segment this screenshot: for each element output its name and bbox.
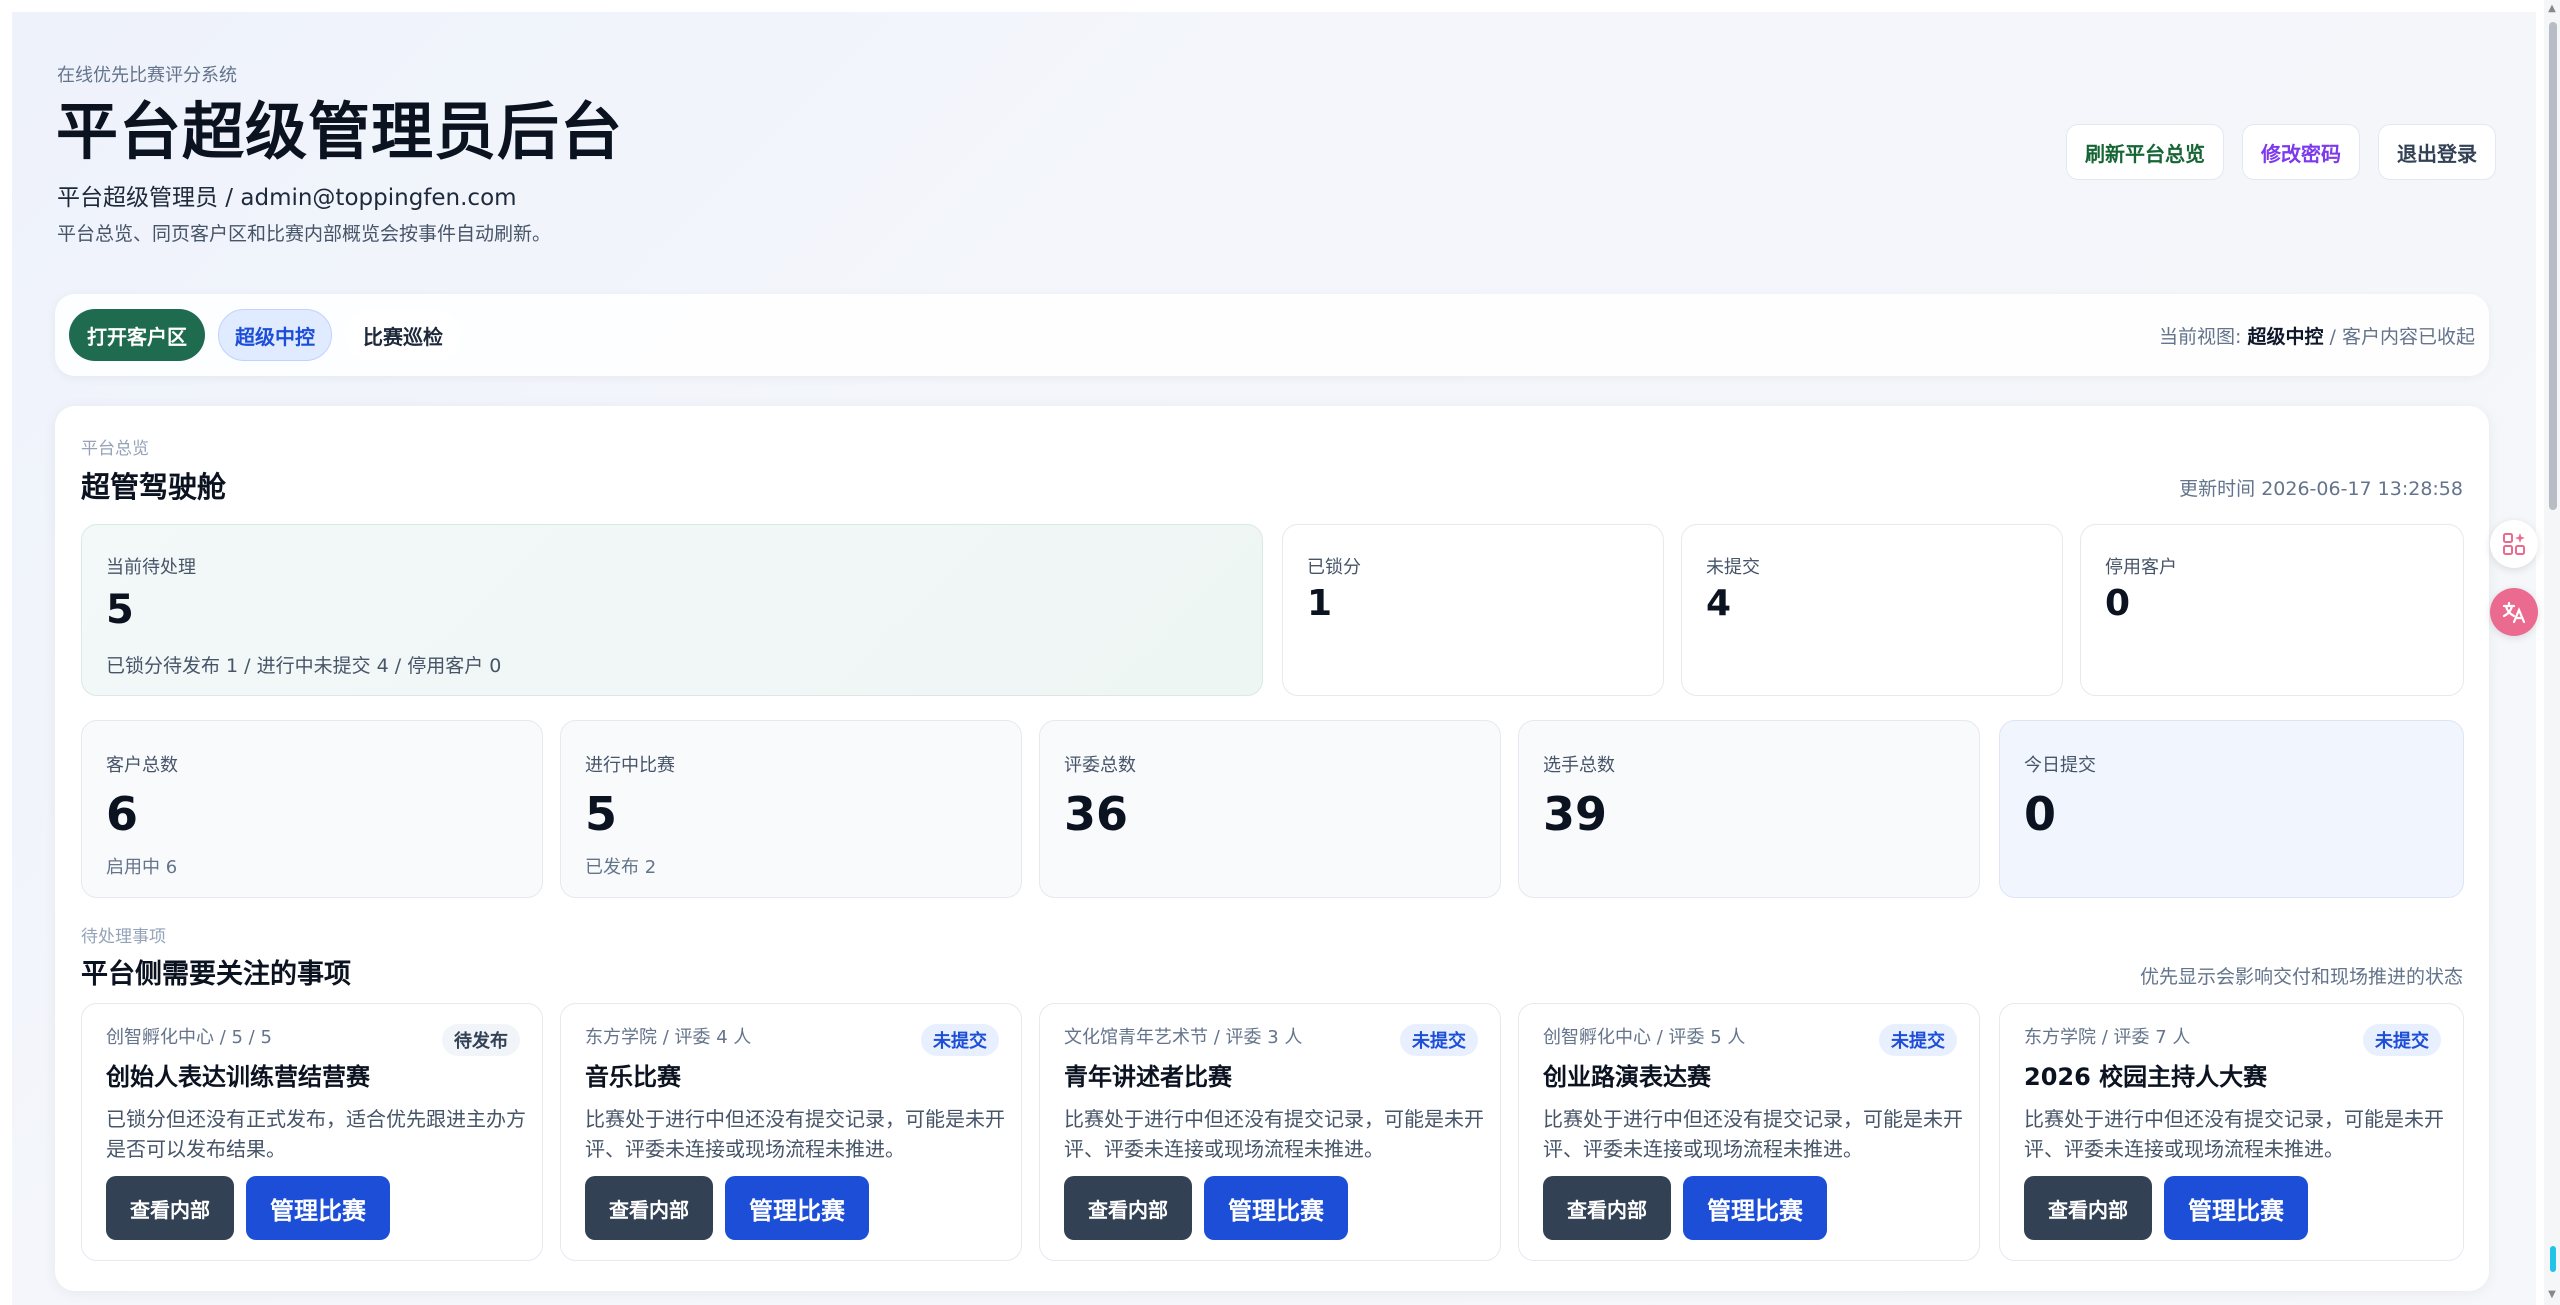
view-inside-button[interactable]: 查看内部 [2024, 1176, 2152, 1240]
scroll-marker [2550, 1246, 2556, 1272]
view-inside-button[interactable]: 查看内部 [1064, 1176, 1192, 1240]
stat-value: 0 [2105, 583, 2131, 624]
task-meta: 创智孵化中心 / 评委 5 人 [1543, 1027, 1746, 1048]
tasks-hint: 优先显示会影响交付和现场推进的状态 [2139, 966, 2463, 988]
status-badge: 未提交 [921, 1024, 999, 1056]
status-badge: 未提交 [1400, 1024, 1478, 1056]
stat-sub: 已发布 2 [585, 857, 657, 878]
scrollbar-thumb[interactable] [2549, 22, 2557, 510]
current-view-prefix: 当前视图: [2159, 326, 2242, 348]
current-view-indicator: 当前视图: 超级中控 / 客户内容已收起 [2159, 322, 2475, 349]
stat-label: 当前待处理 [106, 557, 196, 578]
task-meta: 创智孵化中心 / 5 / 5 [106, 1027, 272, 1048]
stat-value: 5 [585, 787, 618, 841]
scroll-up-arrow-icon[interactable]: ▲ [2546, 2, 2558, 16]
stat-running: 进行中比赛 5 已发布 2 [560, 720, 1022, 898]
view-inside-button[interactable]: 查看内部 [585, 1176, 713, 1240]
status-badge: 未提交 [1879, 1024, 1957, 1056]
stat-judges-total: 评委总数 36 [1039, 720, 1501, 898]
stat-today-submit: 今日提交 0 [1999, 720, 2464, 898]
manage-contest-button[interactable]: 管理比赛 [725, 1176, 869, 1240]
stat-label: 进行中比赛 [585, 755, 675, 776]
open-client-area-button[interactable]: 打开客户区 [69, 309, 205, 361]
stat-label: 已锁分 [1307, 557, 1361, 578]
task-meta: 文化馆青年艺术节 / 评委 3 人 [1064, 1027, 1303, 1048]
stat-label: 未提交 [1706, 557, 1760, 578]
logout-button[interactable]: 退出登录 [2378, 124, 2496, 180]
tasks-title: 平台侧需要关注的事项 [81, 959, 351, 990]
header-actions: 刷新平台总览 修改密码 退出登录 [2066, 124, 2496, 180]
task-name: 音乐比赛 [585, 1063, 681, 1091]
stat-locked: 已锁分 1 [1282, 524, 1664, 696]
stat-label: 今日提交 [2024, 755, 2096, 776]
current-view-name: 超级中控 [2247, 326, 2324, 348]
stat-pending: 当前待处理 5 已锁分待发布 1 / 进行中未提交 4 / 停用客户 0 [81, 524, 1263, 696]
stat-sub: 启用中 6 [106, 857, 178, 878]
task-card: 创智孵化中心 / 5 / 5 待发布 创始人表达训练营结营赛 已锁分但还没有正式… [81, 1003, 543, 1261]
current-view-suffix: / 客户内容已收起 [2323, 326, 2475, 348]
task-meta: 东方学院 / 评委 4 人 [585, 1027, 752, 1048]
page-title: 平台超级管理员后台 [56, 95, 624, 168]
task-description: 比赛处于进行中但还没有提交记录，可能是未开评、评委未连接或现场流程未推进。 [1064, 1107, 1484, 1161]
tab-contest-inspect[interactable]: 比赛巡检 [345, 309, 461, 361]
overview-panel: 平台总览 超管驾驶舱 更新时间 2026-06-17 13:28:58 当前待处… [55, 406, 2489, 1291]
manage-contest-button[interactable]: 管理比赛 [1683, 1176, 1827, 1240]
stat-players-total: 选手总数 39 [1518, 720, 1980, 898]
task-card: 东方学院 / 评委 7 人 未提交 2026 校园主持人大赛 比赛处于进行中但还… [1999, 1003, 2464, 1261]
view-inside-button[interactable]: 查看内部 [1543, 1176, 1671, 1240]
task-card: 创智孵化中心 / 评委 5 人 未提交 创业路演表达赛 比赛处于进行中但还没有提… [1518, 1003, 1980, 1261]
stat-value: 6 [106, 787, 139, 841]
change-password-button[interactable]: 修改密码 [2242, 124, 2360, 180]
manage-contest-button[interactable]: 管理比赛 [246, 1176, 390, 1240]
status-badge: 待发布 [442, 1024, 520, 1056]
task-name: 青年讲述者比赛 [1064, 1063, 1232, 1091]
task-description: 已锁分但还没有正式发布，适合优先跟进主办方是否可以发布结果。 [106, 1107, 526, 1161]
updated-time: 更新时间 2026-06-17 13:28:58 [2179, 478, 2463, 500]
stat-value: 0 [2024, 787, 2057, 841]
stat-disabled-clients: 停用客户 0 [2080, 524, 2464, 696]
view-switcher: 打开客户区 超级中控 比赛巡检 当前视图: 超级中控 / 客户内容已收起 [55, 294, 2489, 376]
task-name: 2026 校园主持人大赛 [2024, 1063, 2268, 1091]
task-description: 比赛处于进行中但还没有提交记录，可能是未开评、评委未连接或现场流程未推进。 [1543, 1107, 1963, 1161]
stat-label: 客户总数 [106, 755, 178, 776]
scroll-down-arrow-icon[interactable]: ▼ [2546, 1288, 2558, 1302]
stat-value: 36 [1064, 787, 1129, 841]
stat-value: 39 [1543, 787, 1608, 841]
task-name: 创业路演表达赛 [1543, 1063, 1711, 1091]
manage-contest-button[interactable]: 管理比赛 [1204, 1176, 1348, 1240]
system-name: 在线优先比赛评分系统 [57, 65, 237, 86]
stat-value: 4 [1706, 583, 1732, 624]
stat-label: 停用客户 [2105, 557, 2177, 578]
stat-value: 1 [1307, 583, 1333, 624]
stat-unsubmitted: 未提交 4 [1681, 524, 2063, 696]
task-card: 东方学院 / 评委 4 人 未提交 音乐比赛 比赛处于进行中但还没有提交记录，可… [560, 1003, 1022, 1261]
overview-eyebrow: 平台总览 [81, 439, 149, 459]
view-inside-button[interactable]: 查看内部 [106, 1176, 234, 1240]
task-meta: 东方学院 / 评委 7 人 [2024, 1027, 2191, 1048]
refresh-overview-button[interactable]: 刷新平台总览 [2066, 124, 2224, 180]
stat-label: 评委总数 [1064, 755, 1136, 776]
page-description: 平台总览、同页客户区和比赛内部概览会按事件自动刷新。 [57, 223, 552, 245]
stat-value: 5 [106, 587, 134, 633]
translate-icon[interactable] [2490, 588, 2538, 636]
stat-sub: 已锁分待发布 1 / 进行中未提交 4 / 停用客户 0 [106, 655, 502, 677]
stat-label: 选手总数 [1543, 755, 1615, 776]
tasks-eyebrow: 待处理事项 [81, 927, 166, 947]
stat-clients-total: 客户总数 6 启用中 6 [81, 720, 543, 898]
task-description: 比赛处于进行中但还没有提交记录，可能是未开评、评委未连接或现场流程未推进。 [2024, 1107, 2444, 1161]
task-card: 文化馆青年艺术节 / 评委 3 人 未提交 青年讲述者比赛 比赛处于进行中但还没… [1039, 1003, 1501, 1261]
task-name: 创始人表达训练营结营赛 [106, 1063, 370, 1091]
status-badge: 未提交 [2363, 1024, 2441, 1056]
apps-sparkle-icon[interactable] [2490, 520, 2538, 568]
task-description: 比赛处于进行中但还没有提交记录，可能是未开评、评委未连接或现场流程未推进。 [585, 1107, 1005, 1161]
overview-title: 超管驾驶舱 [81, 470, 227, 504]
manage-contest-button[interactable]: 管理比赛 [2164, 1176, 2308, 1240]
tab-super-control[interactable]: 超级中控 [218, 309, 332, 361]
admin-identity: 平台超级管理员 / admin@toppingfen.com [57, 185, 517, 211]
